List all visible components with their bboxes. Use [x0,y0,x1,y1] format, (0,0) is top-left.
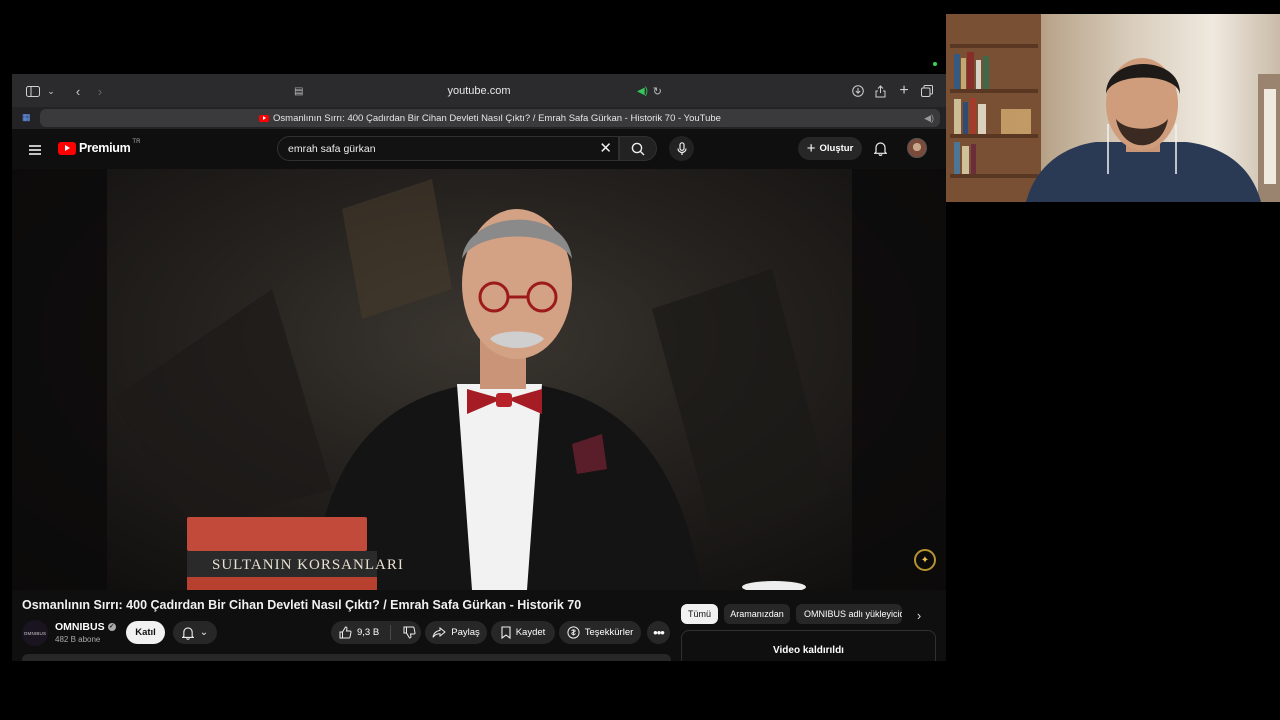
voice-search-button[interactable] [669,136,694,161]
youtube-logo[interactable]: Premium TR [58,139,141,155]
bell-icon [873,141,887,156]
sparkle-icon[interactable]: ✦ [914,549,936,571]
chip-from-search[interactable]: Aramanızdan [724,604,790,624]
microphone-icon [676,141,687,155]
thanks-button[interactable]: Teşekkürler [559,621,641,644]
tab-title: Osmanlının Sırrı: 400 Çadırdan Bir Cihan… [273,112,721,124]
browser-window: ⌄ ‹ › ▤ youtube.com ↻ ◀) + ▦ Osmanlının … [12,74,946,661]
channel-avatar[interactable]: OMNIBUS [22,620,48,646]
svg-text:SULTANIN KORSANLARI: SULTANIN KORSANLARI [212,557,404,573]
download-icon[interactable] [849,82,867,100]
url-text: youtube.com [447,85,511,97]
create-label: Oluştur [819,143,854,154]
verified-icon: ✓ [107,623,116,632]
description-box[interactable] [22,654,671,661]
region-code: TR [132,139,141,145]
new-tab-icon[interactable]: + [895,82,913,100]
video-title: Osmanlının Sırrı: 400 Çadırdan Bir Cihan… [22,598,582,612]
removed-label: Video kaldırıldı [773,645,844,656]
removed-video-card: Video kaldırıldı [681,630,936,661]
clear-search-icon[interactable]: ✕ [599,139,612,157]
tab-bar: ▦ Osmanlının Sırrı: 400 Çadırdan Bir Cih… [12,107,946,129]
create-button[interactable]: + Oluştur [798,137,862,160]
search-input[interactable] [288,140,578,158]
chip-from-uploader[interactable]: OMNIBUS adlı yükleyiciden [796,604,902,624]
reload-icon[interactable]: ↻ [653,85,662,98]
thanks-label: Teşekkürler [584,627,634,638]
share-label: Paylaş [451,627,480,638]
save-label: Kaydet [515,627,546,638]
tab-youtube[interactable]: Osmanlının Sırrı: 400 Çadırdan Bir Cihan… [40,109,940,127]
sidebar-toggle-icon[interactable] [24,82,42,100]
more-icon: ••• [653,625,665,640]
chevron-down-icon: ⌄ [199,627,209,638]
more-actions-button[interactable]: ••• [647,621,670,644]
youtube-play-icon [58,141,76,155]
account-avatar[interactable] [907,138,927,158]
browser-toolbar: ⌄ ‹ › ▤ youtube.com ↻ ◀) + [12,74,946,107]
save-button[interactable]: Kaydet [491,621,555,644]
audio-playing-icon[interactable]: ◀) [637,86,648,97]
share-button[interactable]: Paylaş [425,621,487,644]
notifications-button[interactable] [870,138,890,158]
camera-indicator-dot [933,62,937,66]
channel-name-row[interactable]: OMNIBUS ✓ [55,621,116,633]
hamburger-menu-icon[interactable] [29,142,41,160]
channel-name[interactable]: OMNIBUS [55,621,105,633]
tab-overview-icon[interactable] [918,82,936,100]
search-box: ✕ [277,136,619,161]
page-settings-icon[interactable]: ▤ [294,86,303,97]
back-icon[interactable]: ‹ [69,82,87,100]
chip-all[interactable]: Tümü [681,604,718,624]
like-dislike-group: 9,3 B [331,621,421,644]
logo-text: Premium [79,141,131,155]
share-arrow-icon [432,627,447,638]
divider [390,625,392,640]
subscriber-count: 482 B abone [55,635,101,644]
thumbs-up-icon [339,626,352,639]
youtube-favicon-icon [259,114,270,122]
search-button[interactable] [619,136,657,161]
youtube-header: Premium TR ✕ + Oluştur [12,129,946,169]
video-frame: SULTANIN KORSANLARI [12,169,946,590]
mute-tab-icon[interactable]: ◀) [924,113,934,124]
subscription-bell-button[interactable]: ⌄ [173,621,217,644]
plus-icon: + [806,140,816,157]
dislike-button[interactable] [403,626,416,639]
thumbs-down-icon [403,626,416,639]
like-button[interactable]: 9,3 B [339,626,379,639]
super-thanks-icon [567,626,580,639]
video-player[interactable]: SULTANIN KORSANLARI ✦ [12,169,946,590]
search-icon [631,142,645,155]
forward-icon[interactable]: › [91,82,109,100]
share-icon[interactable] [871,82,889,100]
bookmark-icon [501,626,511,639]
join-button[interactable]: Katıl [126,621,165,644]
chevron-right-icon[interactable]: › [910,606,928,624]
address-bar[interactable]: ▤ youtube.com ↻ ◀) [294,81,664,101]
like-count: 9,3 B [357,627,380,638]
chevron-down-icon[interactable]: ⌄ [42,82,60,100]
translate-icon[interactable]: ▦ [22,112,31,123]
webcam-overlay [946,14,1280,202]
webcam-feed [946,14,1280,202]
bell-icon [181,626,194,640]
